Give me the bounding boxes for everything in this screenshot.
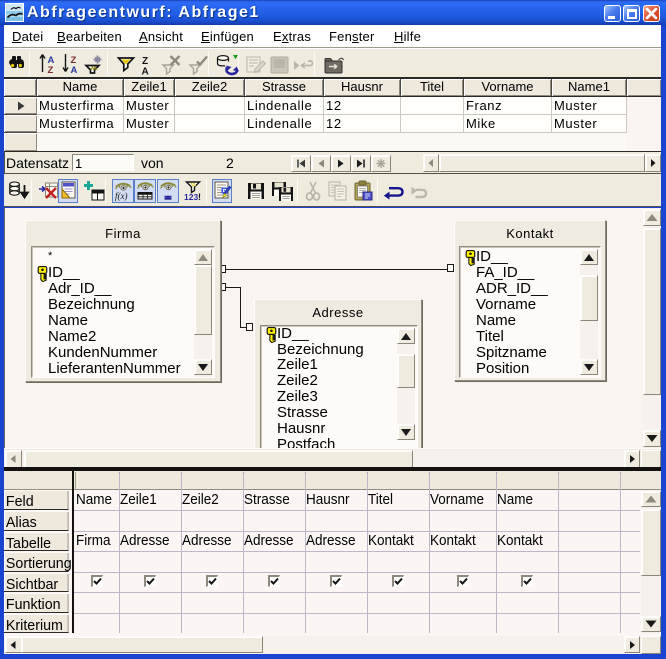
svg-text:A: A [142, 67, 149, 77]
svg-text:Z: Z [142, 56, 148, 67]
svg-text:123: 123 [184, 192, 198, 202]
svg-text:A: A [71, 65, 78, 74]
svg-text:!: ! [198, 192, 201, 202]
svg-text:f(x): f(x) [115, 191, 128, 201]
svg-text:Z: Z [48, 65, 54, 74]
